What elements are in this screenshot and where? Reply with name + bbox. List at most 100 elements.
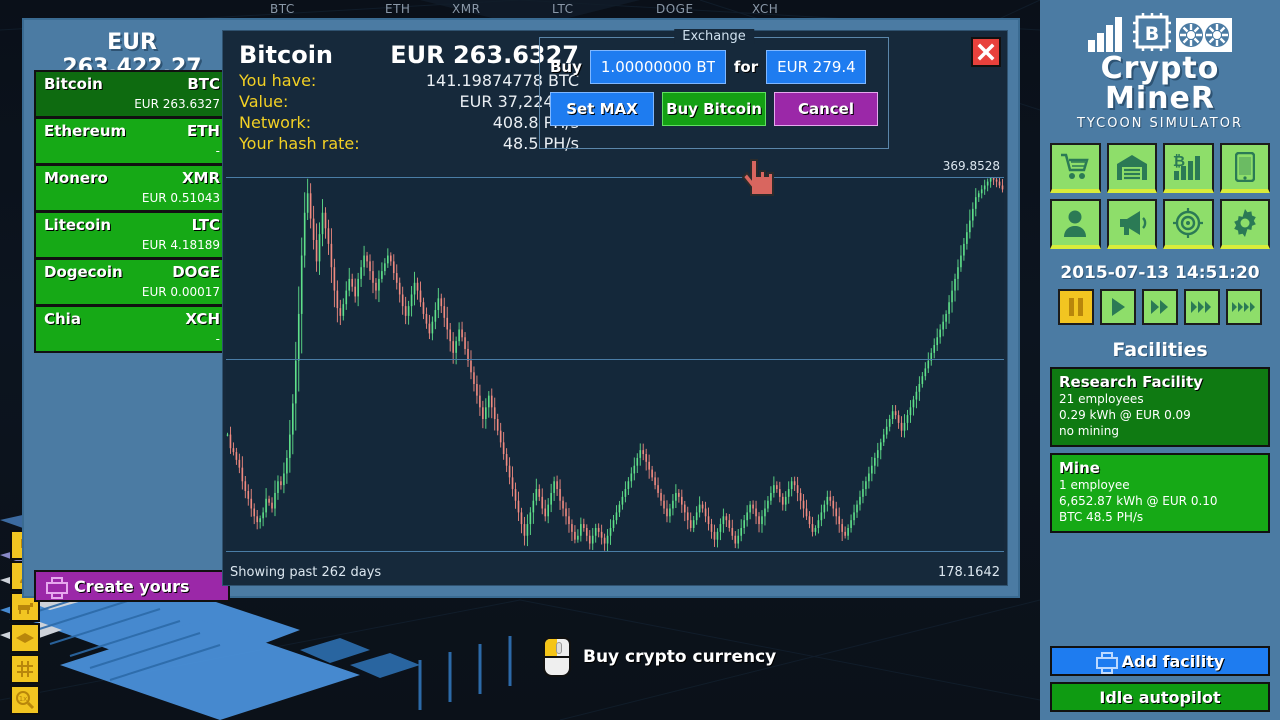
mouse-left-click-icon (543, 637, 571, 677)
coin-symbol: DOGE (172, 263, 220, 281)
svg-text:1x: 1x (19, 695, 28, 703)
person-icon[interactable] (1050, 199, 1101, 249)
coin-price: EUR 0.00017 (141, 285, 220, 299)
cancel-button[interactable]: Cancel (774, 92, 878, 126)
ticker-item-xch: XCH (752, 2, 779, 16)
coin-price: - (215, 332, 220, 346)
speed-controls[interactable] (1040, 289, 1280, 325)
target-icon[interactable] (1163, 199, 1214, 249)
stat-network: Network: 408.8 PH/s (239, 113, 579, 132)
facility-mining: BTC 48.5 PH/s (1059, 510, 1144, 524)
buy-amount-input[interactable] (589, 50, 726, 84)
coin-detail-pane: Bitcoin EUR 263.6327 You have: 141.19874… (222, 29, 1008, 586)
ticker-item-ltc: LTC (552, 2, 574, 16)
chart-mid-gridline (226, 358, 1004, 360)
stat-label: Network: (239, 113, 312, 132)
idle-autopilot-button[interactable]: Idle autopilot (1050, 682, 1270, 712)
background-price-ticker: BTC ETH XMR LTC DOGE XCH (0, 0, 1040, 20)
coin-name: Ethereum (44, 122, 127, 140)
fast-forward-3x-button[interactable] (1184, 289, 1220, 325)
shopping-cart-icon[interactable] (1050, 143, 1101, 193)
smartphone-icon[interactable] (1219, 143, 1270, 193)
add-facility-button[interactable]: Add facility (1050, 646, 1270, 676)
coin-name: Chia (44, 310, 81, 328)
bitcoin-chart-icon[interactable]: ₿ (1163, 143, 1214, 193)
mouse-action-hint: Buy crypto currency (543, 637, 776, 677)
stat-value: Value: EUR 37,224.61 (239, 92, 579, 111)
fast-forward-2x-button[interactable] (1142, 289, 1178, 325)
close-icon (977, 43, 995, 61)
bar-chart-logo-icon (1088, 17, 1122, 52)
coin-list-item-eth[interactable]: Ethereum ETH - (34, 117, 230, 165)
add-facility-label: Add facility (1121, 651, 1225, 671)
coin-list-item-ltc[interactable]: Litecoin LTC EUR 4.18189 (34, 211, 230, 259)
candlestick-series (226, 172, 1004, 553)
exchange-legend: Exchange (674, 29, 754, 44)
coin-symbol: LTC (191, 216, 220, 234)
close-window-button[interactable] (971, 37, 1001, 67)
create-yours-button[interactable]: Create yours (34, 570, 230, 602)
coin-price: - (215, 144, 220, 158)
play-button[interactable] (1100, 289, 1136, 325)
fast-forward-4x-button[interactable] (1226, 289, 1262, 325)
exchange-panel: Exchange Buy for Set MAX Buy Bitcoin Can… (539, 29, 889, 149)
stat-label: You have: (239, 71, 317, 90)
grid-tool-icon[interactable] (10, 654, 40, 684)
create-yours-label: Create yours (74, 576, 190, 596)
megaphone-icon[interactable] (1106, 199, 1157, 249)
facility-name: Research Facility (1059, 373, 1203, 391)
coin-name: Dogecoin (44, 263, 123, 281)
coin-list-item-doge[interactable]: Dogecoin DOGE EUR 0.00017 (34, 258, 230, 306)
coin-price: EUR 263.6327 (134, 97, 220, 111)
facility-power: 0.29 kWh @ EUR 0.09 (1059, 408, 1191, 422)
sidebar-icon-grid[interactable]: ₿ (1040, 135, 1280, 253)
buy-bitcoin-button[interactable]: Buy Bitcoin (662, 92, 766, 126)
coin-list-item-xmr[interactable]: Monero XMR EUR 0.51043 (34, 164, 230, 212)
facility-employees: 1 employee (1059, 478, 1130, 492)
facility-name: Mine (1059, 459, 1100, 477)
bitcoin-chip-logo-icon: B (1133, 13, 1171, 51)
facility-mining: no mining (1059, 424, 1119, 438)
warehouse-icon[interactable] (1106, 143, 1157, 193)
gpu-fans-logo-icon (1176, 18, 1232, 52)
stat-label: Your hash rate: (239, 134, 360, 153)
zoom-1x-icon[interactable]: 1x (10, 685, 40, 715)
hint-label: Buy crypto currency (583, 647, 777, 667)
svg-text:B: B (1145, 23, 1159, 45)
facility-power: 6,652.87 kWh @ EUR 0.10 (1059, 494, 1218, 508)
set-max-button[interactable]: Set MAX (550, 92, 654, 126)
ticker-item-btc: BTC (270, 2, 295, 16)
ticker-item-doge: DOGE (656, 2, 694, 16)
coin-list[interactable]: Bitcoin BTC EUR 263.6327 Ethereum ETH - … (34, 70, 230, 353)
coin-symbol: ETH (186, 122, 220, 140)
buy-label: Buy (550, 58, 582, 76)
plus-cross-icon (1095, 652, 1118, 674)
logo-title: Crypto MineR (1100, 51, 1220, 116)
ticker-item-xmr: XMR (452, 2, 481, 16)
game-sidebar: B Crypto MineR TYCOON SIMULATOR ₿ 2015-0… (1040, 0, 1280, 720)
pause-button[interactable] (1058, 289, 1094, 325)
facilities-list[interactable]: Research Facility 21 employees 0.29 kWh … (1050, 367, 1270, 533)
crypto-exchange-window: EUR 263,422.27 Bitcoin BTC EUR 263.6327 … (22, 18, 1020, 602)
chart-range-label: Showing past 262 days (230, 565, 382, 580)
buy-cost-input[interactable] (766, 50, 867, 84)
game-logo: B Crypto MineR TYCOON SIMULATOR (1040, 0, 1280, 135)
detail-coin-name: Bitcoin (239, 41, 334, 69)
coin-price: EUR 0.51043 (141, 191, 220, 205)
logo-subtitle: TYCOON SIMULATOR (1076, 116, 1244, 131)
ticker-item-eth: ETH (385, 2, 411, 16)
facility-card-research[interactable]: Research Facility 21 employees 0.29 kWh … (1050, 367, 1270, 447)
gear-icon[interactable] (1219, 199, 1270, 249)
price-chart: 369.8528 Showing past 262 days 178.1642 (224, 159, 1006, 584)
plus-cross-icon (46, 577, 68, 599)
coin-list-item-btc[interactable]: Bitcoin BTC EUR 263.6327 (34, 70, 230, 118)
chart-plot-area (226, 172, 1004, 553)
coin-name: Bitcoin (44, 75, 103, 93)
chart-low-label: 178.1642 (937, 565, 1000, 580)
coin-list-item-xch[interactable]: Chia XCH - (34, 305, 230, 353)
terrain-tool-icon[interactable] (10, 623, 40, 653)
facility-employees: 21 employees (1059, 392, 1144, 406)
for-label: for (733, 58, 759, 76)
facility-card-mine[interactable]: Mine 1 employee 6,652.87 kWh @ EUR 0.10 … (1050, 453, 1270, 533)
coin-name: Monero (44, 169, 108, 187)
